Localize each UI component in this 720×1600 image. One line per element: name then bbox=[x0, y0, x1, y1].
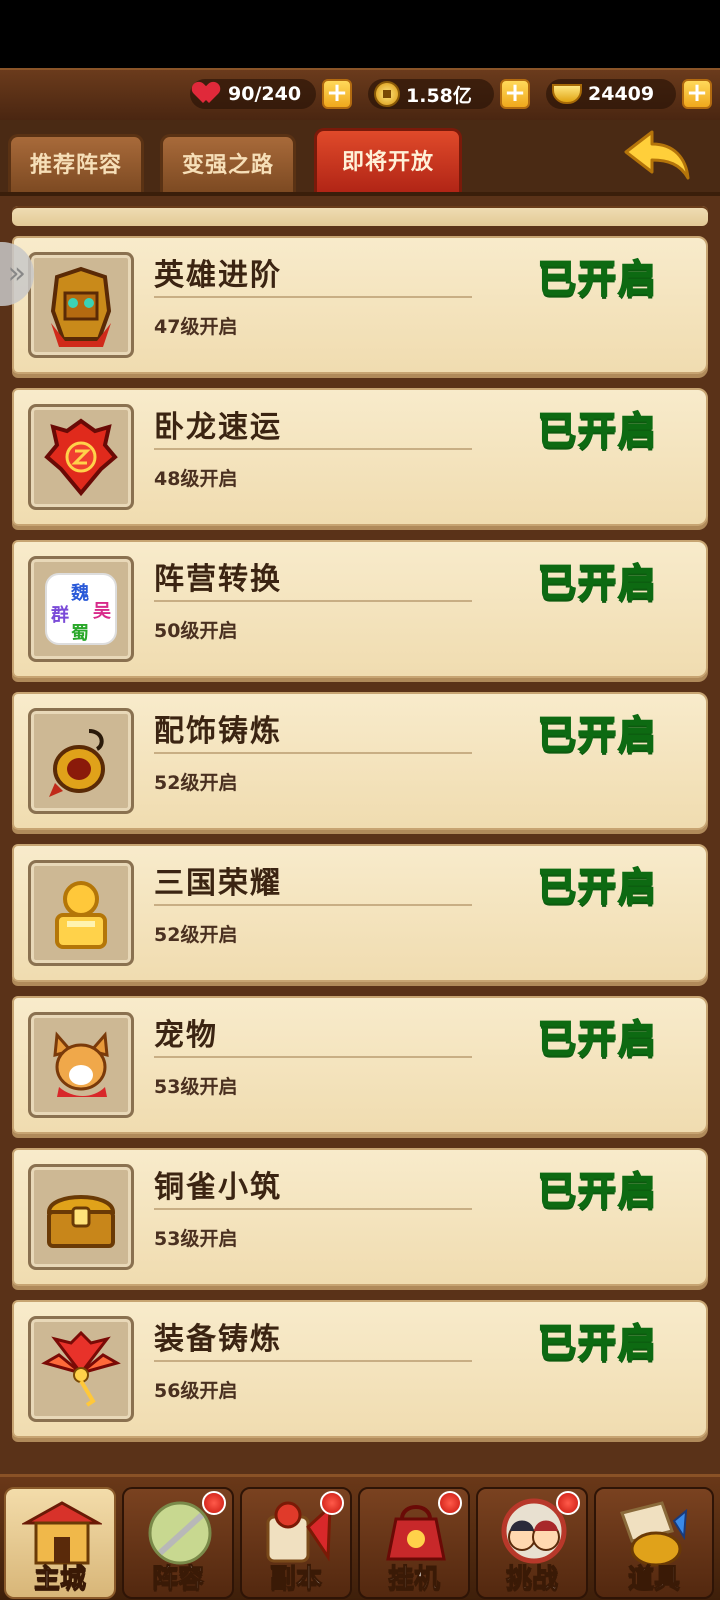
nav-challenge[interactable]: 挑战 bbox=[476, 1487, 588, 1599]
gold-resource: 24409 + bbox=[546, 78, 712, 110]
feature-card[interactable]: 三国荣耀 52级开启 已开启 bbox=[12, 844, 708, 982]
dragon-pendant-icon bbox=[49, 729, 105, 797]
feature-status: 已开启 bbox=[537, 256, 659, 302]
feature-name: 卧龙速运 bbox=[154, 410, 282, 445]
notification-dot bbox=[202, 1491, 226, 1515]
feature-unlock-level: 47级开启 bbox=[154, 316, 238, 338]
tab-coming-soon[interactable]: 即将开放 bbox=[314, 128, 462, 192]
treasure-chest-icon bbox=[46, 1195, 116, 1248]
feature-name: 阵营转换 bbox=[154, 562, 282, 597]
feature-unlock-level: 56级开启 bbox=[154, 1380, 238, 1402]
corgi-pet-icon bbox=[53, 1031, 109, 1097]
notification-dot bbox=[556, 1491, 580, 1515]
feature-status: 已开启 bbox=[537, 560, 659, 606]
nav-idle[interactable]: 挂机 bbox=[358, 1487, 470, 1599]
stamina-value: 90/240 bbox=[228, 83, 302, 105]
heart-icon bbox=[196, 83, 222, 105]
feature-card[interactable]: 卧龙速运 48级开启 已开启 bbox=[12, 388, 708, 526]
feature-card[interactable]: 装备铸炼 56级开启 已开启 bbox=[12, 1300, 708, 1438]
nav-formation[interactable]: 阵容 bbox=[122, 1487, 234, 1599]
feature-unlock-level: 52级开启 bbox=[154, 924, 238, 946]
coin-icon bbox=[374, 81, 400, 107]
resource-bar: 90/240 + 1.58亿 + 24409 + bbox=[0, 68, 720, 120]
tab-power-up-path[interactable]: 变强之路 bbox=[160, 134, 296, 192]
feature-card[interactable]: 配饰铸炼 52级开启 已开启 bbox=[12, 692, 708, 830]
add-stamina-button[interactable]: + bbox=[322, 79, 352, 109]
faction-icon: 魏 吴 群 蜀 bbox=[45, 573, 117, 645]
feature-name: 配饰铸炼 bbox=[154, 714, 282, 749]
feature-status: 已开启 bbox=[537, 864, 659, 910]
add-copper-button[interactable]: + bbox=[500, 79, 530, 109]
bottom-nav: 主城 阵容 副本 挂机 挑战 道具 bbox=[0, 1474, 720, 1600]
copper-value: 1.58亿 bbox=[406, 84, 472, 107]
feature-unlock-level: 53级开启 bbox=[154, 1228, 238, 1250]
feature-status: 已开启 bbox=[537, 408, 659, 454]
red-emblem-icon bbox=[44, 418, 118, 497]
tab-bar: 推荐阵容 变强之路 即将开放 bbox=[0, 120, 720, 192]
phoenix-feather-icon bbox=[41, 1330, 121, 1407]
notification-dot bbox=[320, 1491, 344, 1515]
stamina-resource: 90/240 + bbox=[190, 78, 352, 110]
feature-name: 三国荣耀 bbox=[154, 866, 282, 901]
nav-main-city[interactable]: 主城 bbox=[4, 1487, 116, 1599]
gold-seal-icon bbox=[55, 881, 107, 949]
feature-status: 已开启 bbox=[537, 1168, 659, 1214]
feature-card[interactable]: 魏 吴 群 蜀 阵营转换 50级开启 已开启 bbox=[12, 540, 708, 678]
notification-dot bbox=[438, 1491, 462, 1515]
feature-unlock-level: 53级开启 bbox=[154, 1076, 238, 1098]
feature-status: 已开启 bbox=[537, 1016, 659, 1062]
feature-name: 宠物 bbox=[154, 1018, 218, 1053]
add-gold-button[interactable]: + bbox=[682, 79, 712, 109]
feature-name: 铜雀小筑 bbox=[154, 1170, 282, 1205]
feature-name: 英雄进阶 bbox=[154, 258, 282, 293]
feature-card[interactable]: 铜雀小筑 53级开启 已开启 bbox=[12, 1148, 708, 1286]
gold-ingot-icon bbox=[552, 84, 582, 104]
status-bar bbox=[0, 0, 720, 68]
feature-card[interactable]: 宠物 53级开启 已开启 bbox=[12, 996, 708, 1134]
city-gate-icon bbox=[22, 1501, 102, 1565]
feature-card[interactable]: 英雄进阶 47级开启 已开启 bbox=[12, 236, 708, 374]
tab-recommended-lineup[interactable]: 推荐阵容 bbox=[8, 134, 144, 192]
copper-resource: 1.58亿 + bbox=[368, 78, 530, 110]
feature-unlock-level: 50级开启 bbox=[154, 620, 238, 642]
nav-dungeon[interactable]: 副本 bbox=[240, 1487, 352, 1599]
feature-unlock-level: 48级开启 bbox=[154, 468, 238, 490]
gold-value: 24409 bbox=[588, 83, 655, 105]
back-arrow-icon[interactable] bbox=[622, 128, 694, 184]
nav-items[interactable]: 道具 bbox=[594, 1487, 714, 1599]
feature-status: 已开启 bbox=[537, 1320, 659, 1366]
feature-status: 已开启 bbox=[537, 712, 659, 758]
feature-unlock-level: 52级开启 bbox=[154, 772, 238, 794]
feature-name: 装备铸炼 bbox=[154, 1322, 282, 1357]
lion-mask-icon bbox=[50, 266, 112, 347]
items-icon bbox=[620, 1501, 688, 1567]
feature-list-panel: 英雄进阶 47级开启 已开启 卧龙速运 48级开启 已开启 魏 吴 群 蜀 阵营… bbox=[0, 192, 720, 1474]
